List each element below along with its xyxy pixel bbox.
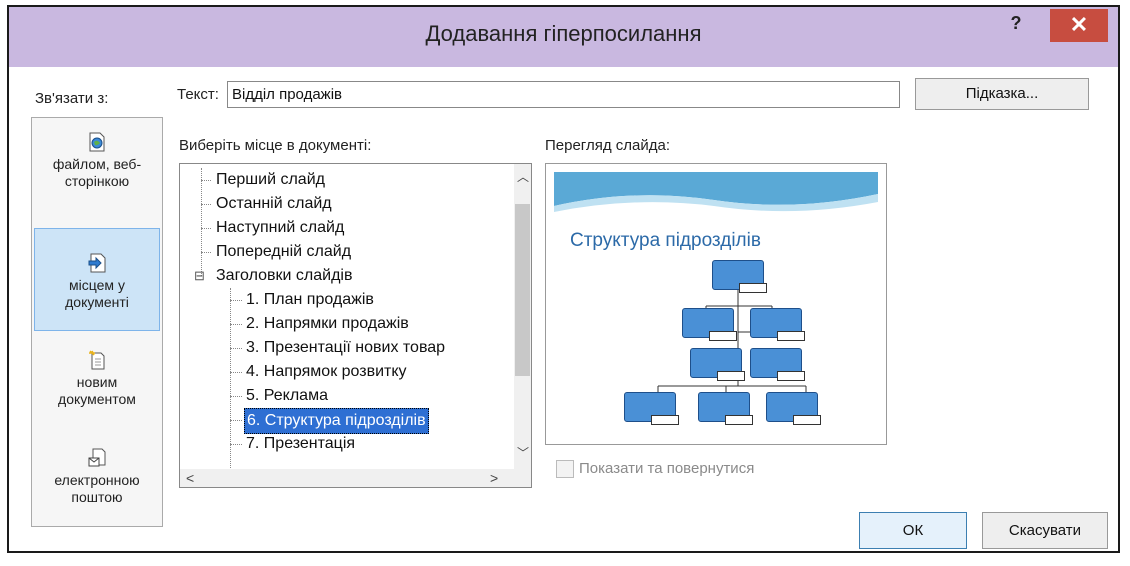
tree-item-slide-5[interactable]: 5. Реклама <box>246 384 328 408</box>
link-to-email-label: електронною поштою <box>54 472 140 505</box>
link-to-sidebar: файлом, веб-сторінкою місцем у документі… <box>31 117 163 527</box>
org-node-senior-manager <box>624 392 679 425</box>
link-to-new-document[interactable]: новим документом <box>34 350 160 408</box>
ok-button[interactable]: ОК <box>859 512 967 549</box>
org-node-development-department <box>750 348 805 381</box>
email-icon <box>88 448 106 467</box>
display-text-input[interactable] <box>227 81 900 108</box>
org-node-sales-department <box>690 348 745 381</box>
place-label: Виберіть місце в документі: <box>179 137 372 154</box>
collapse-expander-icon[interactable]: ⊟ <box>194 264 205 288</box>
tree-item-slide-1[interactable]: 1. План продажів <box>246 288 374 312</box>
tree-item-slide-7[interactable]: 7. Презентація <box>246 432 355 456</box>
slide-thumbnail: Структура підрозділів <box>554 172 878 436</box>
hyperlink-dialog: Додавання гіперпосилання ? ✕ Зв'язати з:… <box>7 5 1120 553</box>
link-to-document-place-label: місцем у документі <box>65 277 129 310</box>
org-node-advertising-department <box>766 392 821 425</box>
slide-preview: Структура підрозділів <box>545 163 887 445</box>
tree-vertical-scrollbar[interactable]: ︿ ﹀ <box>514 164 531 469</box>
link-to-web-file[interactable]: файлом, веб-сторінкою <box>34 132 160 190</box>
org-node-chief-engineer <box>750 308 805 341</box>
scroll-right-icon[interactable]: > <box>490 470 498 486</box>
help-button[interactable]: ? <box>1006 13 1026 34</box>
new-document-icon <box>89 350 105 370</box>
title-bar: Додавання гіперпосилання ? ✕ <box>9 7 1118 67</box>
org-node-chief-accountant <box>682 308 737 341</box>
link-to-email[interactable]: електронною поштою <box>34 448 160 506</box>
tree-item-previous-slide[interactable]: Попередній слайд <box>216 240 351 264</box>
link-to-label: Зв'язати з: <box>35 90 109 107</box>
show-and-return-checkbox[interactable] <box>556 460 574 478</box>
place-tree[interactable]: Перший слайд Останній слайд Наступний сл… <box>179 163 532 488</box>
tree-item-first-slide[interactable]: Перший слайд <box>216 168 325 192</box>
document-place-icon <box>88 253 106 273</box>
org-node-director <box>712 260 767 293</box>
scroll-left-icon[interactable]: < <box>186 470 194 486</box>
close-button[interactable]: ✕ <box>1050 9 1108 42</box>
link-to-new-document-label: новим документом <box>58 374 136 407</box>
tree-item-slide-2[interactable]: 2. Напрямки продажів <box>246 312 409 336</box>
cancel-button[interactable]: Скасувати <box>982 512 1108 549</box>
tree-horizontal-scrollbar[interactable]: < > <box>180 469 531 487</box>
scroll-up-icon[interactable]: ︿ <box>517 168 529 185</box>
text-label: Текст: <box>177 86 219 103</box>
tree-item-slide-3[interactable]: 3. Презентації нових товар <box>246 336 445 360</box>
screentip-button[interactable]: Підказка... <box>915 78 1089 110</box>
show-and-return-label: Показати та повернутися <box>579 460 755 477</box>
scroll-thumb[interactable] <box>515 204 530 376</box>
tree-item-slide-4[interactable]: 4. Напрямок розвитку <box>246 360 407 384</box>
web-file-icon <box>89 132 105 152</box>
org-node-manager <box>698 392 753 425</box>
tree-item-next-slide[interactable]: Наступний слайд <box>216 216 344 240</box>
dialog-title: Додавання гіперпосилання <box>425 21 702 46</box>
tree-item-slide-6[interactable]: 6. Структура підрозділів <box>244 408 429 434</box>
scroll-down-icon[interactable]: ﹀ <box>517 444 529 461</box>
link-to-web-file-label: файлом, веб-сторінкою <box>52 156 142 189</box>
tree-item-last-slide[interactable]: Останній слайд <box>216 192 332 216</box>
preview-label: Перегляд слайда: <box>545 137 670 154</box>
link-to-document-place[interactable]: місцем у документі <box>34 228 160 331</box>
tree-item-slide-titles[interactable]: Заголовки слайдів <box>216 264 352 288</box>
dialog-body: Зв'язати з: файлом, веб-сторінкою місцем… <box>9 67 1118 551</box>
